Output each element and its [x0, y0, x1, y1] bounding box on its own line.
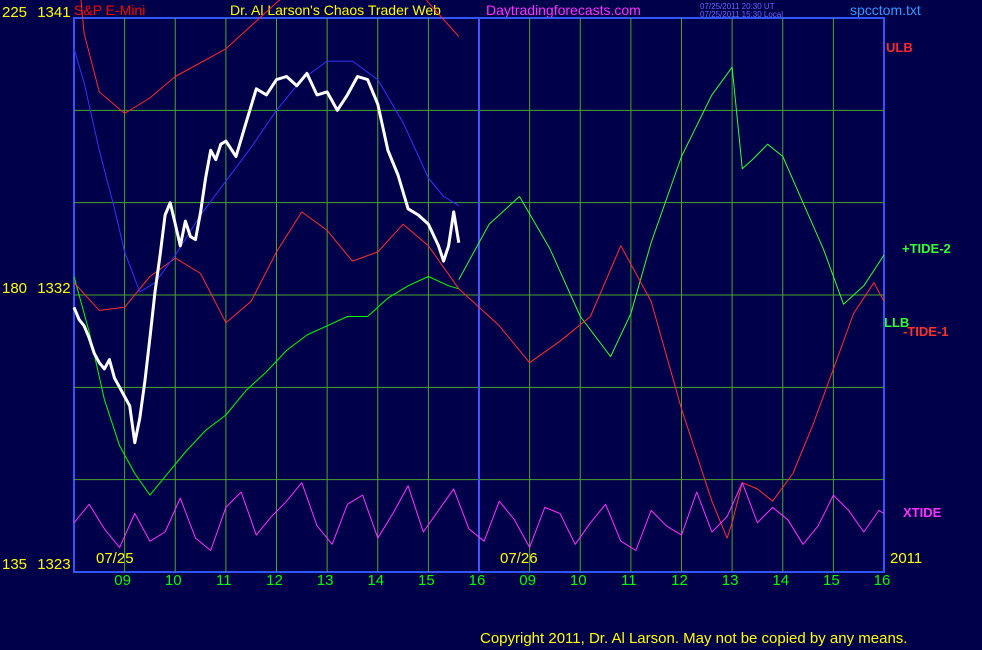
chart-root: S&P E-Mini Dr. Al Larson's Chaos Trader … [0, 0, 982, 650]
copyright-notice: Copyright 2011, Dr. Al Larson. May not b… [480, 630, 908, 647]
series-line-ema [73, 48, 460, 293]
plot-area [72, 0, 885, 573]
series-line-llb [73, 276, 459, 496]
